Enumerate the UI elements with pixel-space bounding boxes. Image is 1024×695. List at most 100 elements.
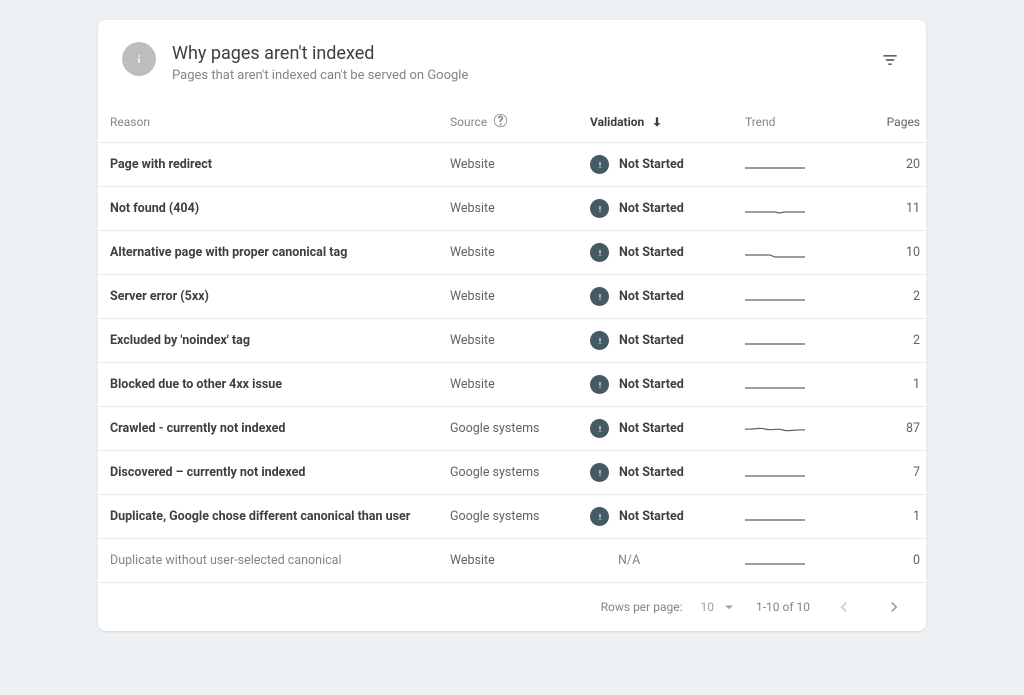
th-validation-label: Validation	[590, 115, 644, 129]
pages-cell: 7	[860, 465, 920, 480]
table-row[interactable]: Server error (5xx)Website Not Started 2	[98, 275, 926, 319]
validation-cell: Not Started	[590, 155, 745, 174]
reason-cell: Crawled - currently not indexed	[110, 421, 450, 436]
pages-cell: 87	[860, 421, 920, 436]
validation-status: Not Started	[619, 421, 684, 436]
sort-down-icon	[650, 115, 664, 129]
sparkline	[745, 553, 805, 569]
th-validation[interactable]: Validation	[590, 115, 745, 129]
range-label: 1-10 of 10	[756, 600, 810, 614]
validation-status: Not Started	[619, 509, 684, 524]
exclamation-icon	[590, 243, 609, 262]
validation-status: Not Started	[619, 157, 684, 172]
reason-cell: Alternative page with proper canonical t…	[110, 245, 450, 260]
next-page-button[interactable]	[878, 591, 910, 623]
filter-button[interactable]	[878, 48, 902, 72]
help-icon[interactable]	[493, 113, 508, 131]
pages-cell: 0	[860, 553, 920, 568]
reason-cell: Server error (5xx)	[110, 289, 450, 304]
source-cell: Website	[450, 289, 590, 304]
pages-cell: 1	[860, 509, 920, 524]
pages-cell: 11	[860, 201, 920, 216]
exclamation-icon	[590, 463, 609, 482]
trend-cell	[745, 509, 860, 525]
source-cell: Website	[450, 201, 590, 216]
sparkline	[745, 201, 805, 217]
sparkline	[745, 509, 805, 525]
exclamation-icon	[590, 199, 609, 218]
source-cell: Website	[450, 333, 590, 348]
reason-cell: Duplicate, Google chose different canoni…	[110, 509, 450, 524]
table-row[interactable]: Not found (404)Website Not Started 11	[98, 187, 926, 231]
table-row[interactable]: Crawled - currently not indexedGoogle sy…	[98, 407, 926, 451]
trend-cell	[745, 465, 860, 481]
rows-per-page-label: Rows per page:	[601, 600, 683, 614]
header-text: Why pages aren't indexed Pages that aren…	[172, 42, 468, 83]
validation-cell: Not Started	[590, 507, 745, 526]
card-header: Why pages aren't indexed Pages that aren…	[98, 20, 926, 101]
validation-cell: Not Started	[590, 375, 745, 394]
source-cell: Google systems	[450, 465, 590, 480]
exclamation-icon	[590, 375, 609, 394]
th-reason[interactable]: Reason	[110, 115, 450, 129]
prev-page-button[interactable]	[828, 591, 860, 623]
dropdown-icon	[720, 598, 738, 616]
sparkline	[745, 465, 805, 481]
trend-cell	[745, 333, 860, 349]
th-source[interactable]: Source	[450, 113, 590, 131]
reason-cell: Discovered – currently not indexed	[110, 465, 450, 480]
validation-status: Not Started	[619, 465, 684, 480]
trend-cell	[745, 377, 860, 393]
table-footer: Rows per page: 10 1-10 of 10	[98, 583, 926, 631]
source-cell: Google systems	[450, 509, 590, 524]
trend-cell	[745, 421, 860, 437]
reason-cell: Not found (404)	[110, 201, 450, 216]
validation-cell: Not Started	[590, 287, 745, 306]
pages-cell: 2	[860, 289, 920, 304]
exclamation-icon	[590, 507, 609, 526]
info-icon	[122, 42, 156, 76]
table-row[interactable]: Duplicate, Google chose different canoni…	[98, 495, 926, 539]
reason-cell: Page with redirect	[110, 157, 450, 172]
validation-status: Not Started	[619, 289, 684, 304]
th-source-label: Source	[450, 115, 487, 129]
reason-cell: Blocked due to other 4xx issue	[110, 377, 450, 392]
source-cell: Website	[450, 245, 590, 260]
table-row[interactable]: Blocked due to other 4xx issueWebsiteNot…	[98, 363, 926, 407]
trend-cell	[745, 245, 860, 261]
issues-table: Reason Source Validation Trend Pages Pag…	[98, 101, 926, 583]
trend-cell	[745, 553, 860, 569]
rows-per-page-value: 10	[700, 600, 714, 614]
sparkline	[745, 157, 805, 173]
table-row[interactable]: Excluded by 'noindex' tagWebsite Not Star…	[98, 319, 926, 363]
pages-cell: 20	[860, 157, 920, 172]
validation-cell: Not Started	[590, 243, 745, 262]
exclamation-icon	[590, 419, 609, 438]
table-row[interactable]: Alternative page with proper canonical t…	[98, 231, 926, 275]
validation-cell: Not Started	[590, 331, 745, 350]
th-pages[interactable]: Pages	[860, 115, 920, 129]
reason-cell: Excluded by 'noindex' tag	[110, 333, 450, 348]
validation-status: N/A	[590, 553, 640, 568]
trend-cell	[745, 201, 860, 217]
th-trend[interactable]: Trend	[745, 115, 860, 129]
table-row[interactable]: Page with redirectWebsiteNot Started20	[98, 143, 926, 187]
table-row[interactable]: Discovered – currently not indexedGoogle…	[98, 451, 926, 495]
pages-cell: 10	[860, 245, 920, 260]
rows-per-page-select[interactable]: 10	[700, 598, 738, 616]
validation-status: Not Started	[619, 245, 684, 260]
trend-cell	[745, 157, 860, 173]
validation-cell: N/A	[590, 553, 745, 568]
validation-status: Not Started	[619, 333, 684, 348]
validation-status: Not Started	[619, 201, 684, 216]
sparkline	[745, 289, 805, 305]
sparkline	[745, 333, 805, 349]
page-title: Why pages aren't indexed	[172, 42, 468, 65]
table-row[interactable]: Duplicate without user-selected canonica…	[98, 539, 926, 583]
exclamation-icon	[590, 287, 609, 306]
pages-cell: 2	[860, 333, 920, 348]
validation-cell: Not Started	[590, 419, 745, 438]
sparkline	[745, 421, 805, 437]
validation-status: Not Started	[619, 377, 684, 392]
sparkline	[745, 245, 805, 261]
